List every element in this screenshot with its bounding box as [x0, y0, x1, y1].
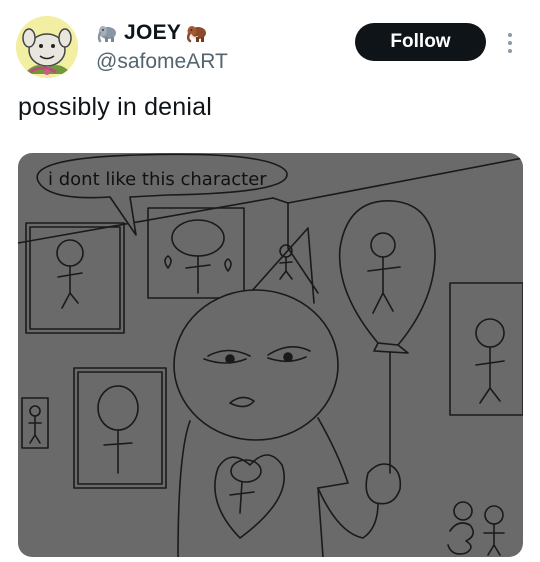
- character-head: [173, 289, 339, 441]
- author-display-name[interactable]: JOEY: [124, 21, 181, 45]
- more-vertical-icon[interactable]: [500, 28, 520, 58]
- balloon: [338, 200, 436, 346]
- more-dot: [508, 33, 512, 37]
- mammoth-emoji-icon: [187, 26, 207, 43]
- author-handle[interactable]: @safomeART: [96, 50, 228, 74]
- avatar[interactable]: [16, 16, 78, 78]
- elephant-emoji-icon: [97, 26, 116, 43]
- more-dot: [508, 49, 512, 53]
- tweet-media-image[interactable]: i dont like this character: [18, 153, 523, 557]
- author-name-row[interactable]: JOEY: [96, 20, 209, 46]
- sketch-drawing: i dont like this character: [18, 153, 523, 557]
- frame-5: [449, 282, 523, 416]
- more-dot: [508, 41, 512, 45]
- tweet: JOEY @safomeART Follow possibly in denia…: [0, 0, 540, 562]
- tweet-text: possibly in denial: [18, 93, 212, 121]
- monster-avatar-icon: [16, 16, 78, 78]
- speech-bubble-text: i dont like this character: [48, 169, 267, 190]
- frame-2: [147, 207, 245, 299]
- follow-button[interactable]: Follow: [355, 23, 486, 61]
